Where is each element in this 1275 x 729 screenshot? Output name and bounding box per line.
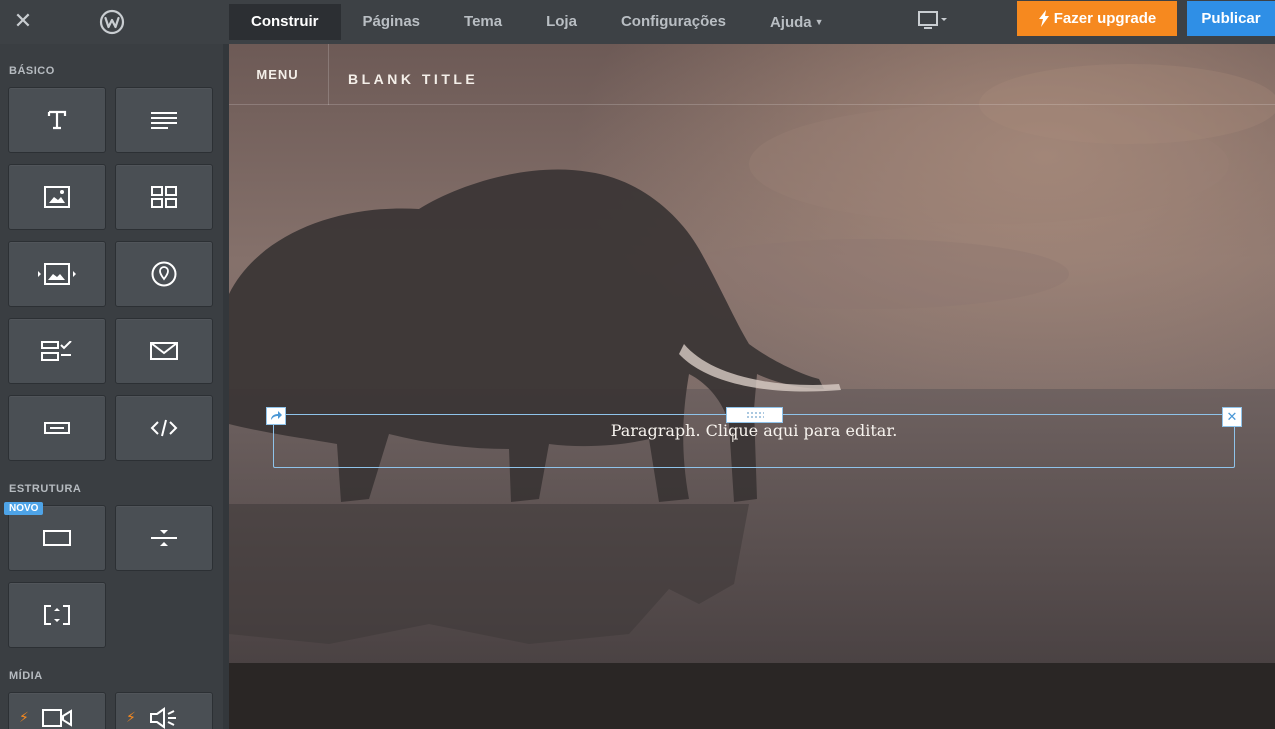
paragraph-element-tile[interactable] bbox=[115, 87, 213, 153]
text-cursor-icon: I bbox=[731, 430, 735, 445]
embed-code-element-tile[interactable] bbox=[115, 395, 213, 461]
divider-element-tile[interactable] bbox=[115, 505, 213, 571]
site-title[interactable]: BLANK TITLE bbox=[348, 44, 478, 114]
tab-label: Loja bbox=[546, 13, 577, 30]
upgrade-label: Fazer upgrade bbox=[1053, 10, 1157, 27]
tab-loja[interactable]: Loja bbox=[524, 4, 599, 40]
form-icon bbox=[41, 341, 72, 361]
drag-handle[interactable] bbox=[726, 407, 783, 423]
tab-label: Construir bbox=[251, 13, 319, 30]
desktop-preview-icon[interactable] bbox=[916, 9, 950, 35]
toolbar-left: ✕ bbox=[0, 0, 229, 44]
video-element-tile[interactable]: ⚡ bbox=[8, 692, 106, 729]
divider-icon bbox=[151, 530, 177, 546]
site-canvas[interactable]: MENU BLANK TITLE Paragraph. Clique aqui … bbox=[229, 44, 1275, 663]
arrow-redirect-icon bbox=[271, 411, 282, 420]
map-element-tile[interactable] bbox=[115, 241, 213, 307]
title-icon bbox=[47, 110, 67, 130]
button-icon bbox=[44, 422, 70, 434]
tab-label: Tema bbox=[464, 13, 503, 30]
speaker-icon bbox=[150, 707, 176, 729]
section-icon bbox=[43, 530, 71, 546]
page-footer-area bbox=[229, 663, 1275, 729]
publish-label: Publicar bbox=[1201, 10, 1261, 27]
tab-construir[interactable]: Construir bbox=[229, 4, 341, 40]
contact-form-element-tile[interactable] bbox=[115, 318, 213, 384]
top-toolbar: ✕ Construir Páginas Tema Loja Configuraç… bbox=[0, 0, 1275, 44]
title-element-tile[interactable] bbox=[8, 87, 106, 153]
tab-label: Configurações bbox=[620, 13, 726, 30]
new-badge: NOVO bbox=[4, 502, 44, 515]
gallery-icon bbox=[151, 186, 177, 208]
audio-element-tile[interactable]: ⚡ bbox=[115, 692, 213, 729]
paragraph-icon bbox=[151, 112, 177, 129]
lightning-icon: ⚡ bbox=[19, 709, 29, 725]
image-icon bbox=[44, 186, 70, 208]
menu-link[interactable]: MENU bbox=[229, 44, 329, 105]
image-element-tile[interactable] bbox=[8, 164, 106, 230]
grip-dots-icon bbox=[746, 412, 764, 418]
video-icon bbox=[42, 709, 72, 727]
gallery-element-tile[interactable] bbox=[115, 164, 213, 230]
lightning-icon: ⚡ bbox=[126, 709, 136, 725]
weebly-logo-icon[interactable] bbox=[98, 8, 126, 36]
slideshow-element-tile[interactable] bbox=[8, 241, 106, 307]
upgrade-button[interactable]: Fazer upgrade bbox=[1017, 1, 1177, 36]
section-label-media: MÍDIA bbox=[9, 670, 43, 682]
site-header: MENU BLANK TITLE bbox=[229, 44, 1275, 105]
chevron-down-icon: ▼ bbox=[814, 17, 824, 27]
section-label-basic: BÁSICO bbox=[9, 65, 55, 77]
delete-element-icon[interactable]: ✕ bbox=[1222, 407, 1242, 427]
tab-paginas[interactable]: Páginas bbox=[341, 4, 443, 40]
section-label-structure: ESTRUTURA bbox=[9, 483, 82, 495]
tab-label: Páginas bbox=[362, 13, 421, 30]
envelope-icon bbox=[150, 342, 178, 360]
map-pin-icon bbox=[151, 261, 177, 287]
lightning-icon bbox=[1038, 10, 1049, 27]
spacer-icon bbox=[44, 605, 70, 625]
hero-background-image bbox=[229, 44, 1275, 663]
move-element-handle[interactable] bbox=[266, 407, 286, 425]
button-element-tile[interactable] bbox=[8, 395, 106, 461]
spacer-element-tile[interactable] bbox=[8, 582, 106, 648]
paragraph-text[interactable]: Paragraph. Clique aqui para editar. bbox=[274, 421, 1234, 440]
slideshow-icon bbox=[38, 263, 76, 285]
publish-button[interactable]: Publicar bbox=[1187, 1, 1275, 36]
tab-label: Ajuda bbox=[769, 14, 812, 31]
close-editor-icon[interactable]: ✕ bbox=[12, 10, 34, 32]
tab-configuracoes[interactable]: Configurações bbox=[599, 4, 748, 40]
main-tabs: Construir Páginas Tema Loja Configuraçõe… bbox=[229, 0, 846, 44]
form-element-tile[interactable] bbox=[8, 318, 106, 384]
tab-tema[interactable]: Tema bbox=[442, 4, 524, 40]
tab-ajuda[interactable]: Ajuda ▼ bbox=[748, 4, 846, 40]
elements-sidebar: BÁSICO ESTRUTURA NOVO MÍDIA ⚡ ⚡ bbox=[0, 44, 229, 729]
code-icon bbox=[150, 419, 178, 437]
